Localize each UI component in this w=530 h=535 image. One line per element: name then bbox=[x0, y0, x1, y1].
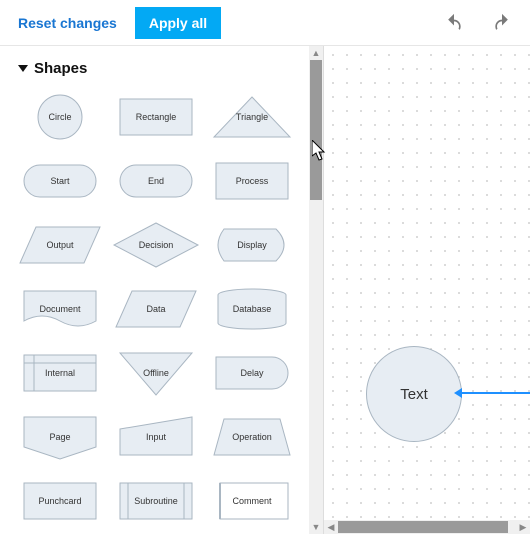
shape-decision[interactable]: Decision bbox=[110, 219, 202, 271]
shape-label: Document bbox=[39, 304, 80, 314]
shapes-section-header[interactable]: Shapes bbox=[0, 46, 323, 83]
shape-label: Input bbox=[146, 432, 166, 442]
sidebar-scrollbar-thumb[interactable] bbox=[310, 60, 322, 200]
shape-data[interactable]: Data bbox=[110, 283, 202, 335]
apply-all-button[interactable]: Apply all bbox=[135, 7, 221, 39]
shape-delay[interactable]: Delay bbox=[206, 347, 298, 399]
shape-label: Circle bbox=[48, 112, 71, 122]
shape-database[interactable]: Database bbox=[206, 283, 298, 335]
canvas-node-label: Text bbox=[400, 386, 428, 403]
shape-label: Display bbox=[237, 240, 267, 250]
main-area: Shapes Circle Rectangle Triangle Start End Pr… bbox=[0, 46, 530, 534]
undo-button[interactable] bbox=[434, 3, 474, 43]
shape-subroutine[interactable]: Subroutine bbox=[110, 475, 202, 527]
shape-punchcard[interactable]: Punchcard bbox=[14, 475, 106, 527]
canvas-edge[interactable] bbox=[462, 392, 530, 394]
shape-rectangle[interactable]: Rectangle bbox=[110, 91, 202, 143]
shape-circle[interactable]: Circle bbox=[14, 91, 106, 143]
shape-triangle[interactable]: Triangle bbox=[206, 91, 298, 143]
shape-display[interactable]: Display bbox=[206, 219, 298, 271]
shape-label: Triangle bbox=[236, 112, 268, 122]
shape-end[interactable]: End bbox=[110, 155, 202, 207]
toolbar: Reset changes Apply all bbox=[0, 0, 530, 46]
shape-label: Comment bbox=[232, 496, 271, 506]
shape-input[interactable]: Input bbox=[110, 411, 202, 463]
shape-label: Punchcard bbox=[38, 496, 81, 506]
redo-button[interactable] bbox=[482, 3, 522, 43]
shape-label: Rectangle bbox=[136, 112, 177, 122]
shapes-grid: Circle Rectangle Triangle Start End Process Ou… bbox=[0, 83, 323, 535]
undo-icon bbox=[444, 13, 464, 33]
shape-operation[interactable]: Operation bbox=[206, 411, 298, 463]
hscroll-left-button[interactable]: ◀ bbox=[324, 520, 338, 534]
sidebar-scrollbar[interactable]: ▲ ▼ bbox=[309, 46, 323, 534]
shape-label: End bbox=[148, 176, 164, 186]
diagram-canvas[interactable]: Text ◀ ▶ bbox=[324, 46, 530, 534]
shape-label: Start bbox=[50, 176, 69, 186]
shape-label: Operation bbox=[232, 432, 272, 442]
shape-label: Data bbox=[146, 304, 165, 314]
scroll-down-button[interactable]: ▼ bbox=[309, 520, 323, 534]
shape-output[interactable]: Output bbox=[14, 219, 106, 271]
canvas-node-circle[interactable]: Text bbox=[366, 346, 462, 442]
shape-label: Delay bbox=[240, 368, 263, 378]
hscroll-right-button[interactable]: ▶ bbox=[516, 520, 530, 534]
shapes-section-title: Shapes bbox=[34, 60, 87, 77]
canvas-h-scrollbar-thumb[interactable] bbox=[338, 521, 508, 533]
shape-label: Output bbox=[46, 240, 73, 250]
shape-label: Internal bbox=[45, 368, 75, 378]
shape-label: Database bbox=[233, 304, 272, 314]
scroll-up-button[interactable]: ▲ bbox=[309, 46, 323, 60]
shape-offline[interactable]: Offline bbox=[110, 347, 202, 399]
shape-start[interactable]: Start bbox=[14, 155, 106, 207]
shape-page[interactable]: Page bbox=[14, 411, 106, 463]
shape-process[interactable]: Process bbox=[206, 155, 298, 207]
redo-icon bbox=[492, 13, 512, 33]
canvas-h-scrollbar[interactable]: ◀ ▶ bbox=[324, 520, 530, 534]
shape-internal[interactable]: Internal bbox=[14, 347, 106, 399]
shape-label: Subroutine bbox=[134, 496, 178, 506]
reset-changes-link[interactable]: Reset changes bbox=[8, 9, 127, 37]
shape-document[interactable]: Document bbox=[14, 283, 106, 335]
shape-label: Offline bbox=[143, 368, 169, 378]
collapse-icon bbox=[18, 65, 28, 72]
shapes-sidebar: Shapes Circle Rectangle Triangle Start End Pr… bbox=[0, 46, 324, 534]
shape-label: Decision bbox=[139, 240, 174, 250]
shape-label: Page bbox=[49, 432, 70, 442]
shape-label: Process bbox=[236, 176, 269, 186]
shape-comment[interactable]: Comment bbox=[206, 475, 298, 527]
